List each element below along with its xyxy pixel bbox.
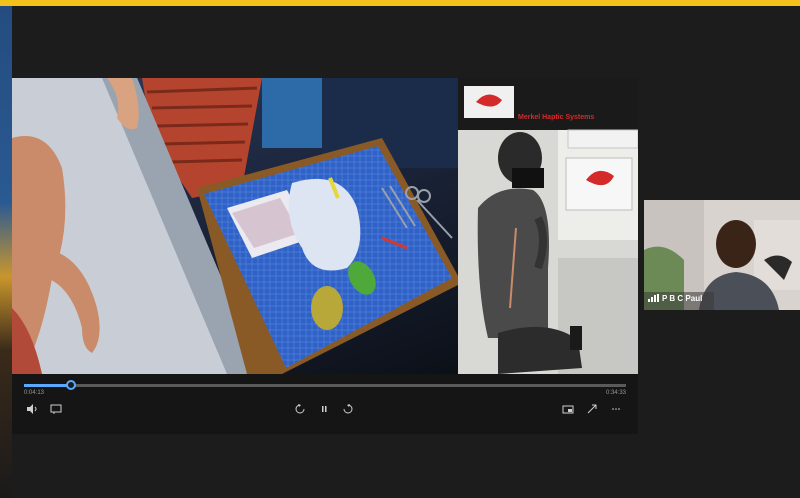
expand-icon [587, 404, 597, 414]
volume-button[interactable] [24, 401, 40, 417]
captions-icon [50, 404, 62, 414]
shared-video-window[interactable]: Merkel Haptic Systems 0:04:13 0:34:33 [12, 78, 638, 434]
participant-video-tile[interactable]: P B C Paul [644, 200, 800, 310]
mini-view-button[interactable] [560, 401, 576, 417]
background-desktop-strip [0, 6, 12, 498]
fast-forward-icon [343, 404, 353, 414]
rewind-icon [295, 404, 305, 414]
pause-icon [322, 406, 327, 412]
skip-forward-button[interactable] [340, 401, 356, 417]
participant-name-bar: P B C Paul [644, 292, 702, 304]
seek-bar-thumb[interactable] [66, 380, 77, 390]
time-total: 0:34:33 [605, 390, 626, 396]
more-icon [612, 408, 620, 410]
mini-view-icon [562, 405, 574, 414]
vr-surgery-scene [12, 78, 458, 374]
vr-scene-drawing [12, 78, 458, 374]
time-elapsed: 0:04:13 [24, 390, 45, 396]
vr-user-inset: Merkel Haptic Systems [458, 78, 638, 374]
captions-button[interactable] [48, 401, 64, 417]
inset-brand-label: Merkel Haptic Systems [518, 114, 595, 121]
meeting-stage: Merkel Haptic Systems 0:04:13 0:34:33 P … [12, 6, 800, 498]
signal-strength-icon [648, 294, 659, 302]
volume-icon [27, 404, 37, 414]
seek-bar-fill [24, 384, 73, 387]
more-options-button[interactable] [608, 401, 624, 417]
seek-bar[interactable] [24, 380, 626, 390]
pause-button[interactable] [316, 401, 332, 417]
vr-user-drawing [458, 78, 638, 374]
participant-name: P B C Paul [662, 293, 703, 303]
skip-back-button[interactable] [292, 401, 308, 417]
video-frame[interactable]: Merkel Haptic Systems [12, 78, 638, 374]
video-controls-bar: 0:04:13 0:34:33 [12, 374, 638, 434]
fullscreen-button[interactable] [584, 401, 600, 417]
